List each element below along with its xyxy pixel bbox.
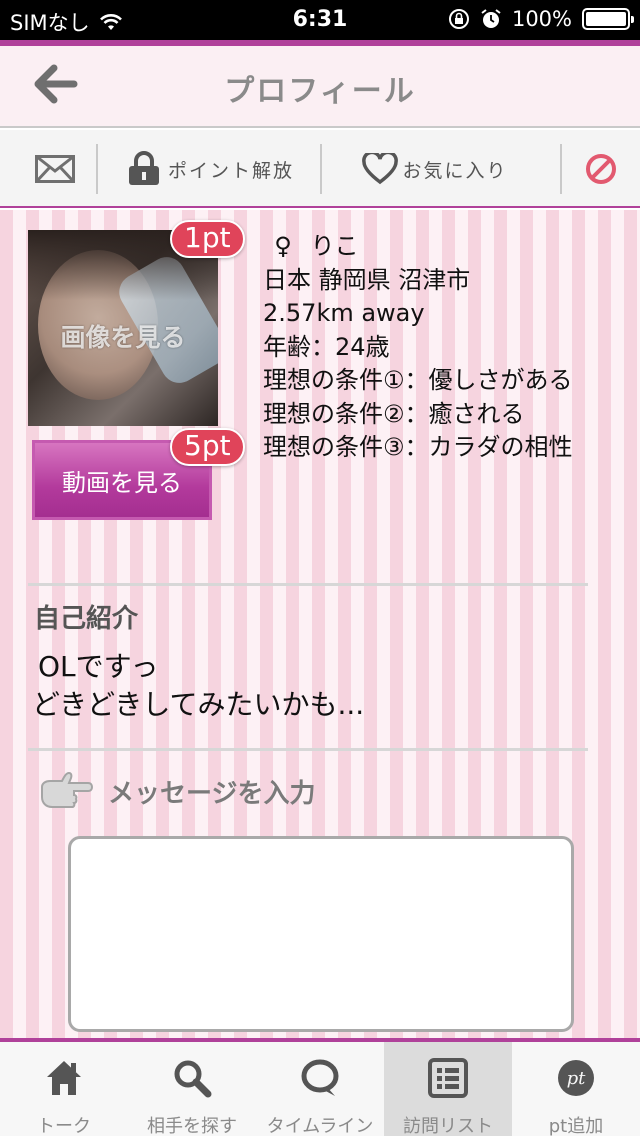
tab-timeline[interactable]: タイムライン <box>256 1042 384 1136</box>
profile-content: 画像を見る 1pt 動画を見る 5pt ♀ りこ 日本 静岡県 沼津市 2.57… <box>0 210 640 1038</box>
point-unlock-button[interactable]: ポイント解放 <box>110 130 310 208</box>
tab-bar: トーク 相手を探す タイムライン 訪問リスト pt pt追加 <box>0 1038 640 1136</box>
favorite-button[interactable]: お気に入り <box>340 130 530 208</box>
tab-add-points[interactable]: pt pt追加 <box>512 1042 640 1136</box>
battery-icon <box>582 8 634 30</box>
pointing-hand-icon <box>41 771 94 808</box>
mail-icon <box>35 155 75 183</box>
tab-label: トーク <box>37 1116 91 1136</box>
video-cost-badge: 5pt <box>170 428 245 466</box>
divider <box>560 144 562 194</box>
block-icon <box>586 154 616 184</box>
profile-info: ♀ りこ 日本 静岡県 沼津市 2.57km away 年齢：24歳 理想の条件… <box>263 230 593 465</box>
intro-title: 自己紹介 <box>34 604 139 634</box>
tab-label: タイムライン <box>266 1116 374 1136</box>
page-title: プロフィール <box>224 74 416 109</box>
tab-visit-list[interactable]: 訪問リスト <box>384 1042 512 1136</box>
message-header: メッセージを入力 <box>38 766 315 816</box>
view-photo-label: 画像を見る <box>60 323 186 352</box>
profile-name: りこ <box>310 232 359 260</box>
profile-photo[interactable]: 画像を見る <box>28 230 218 426</box>
orientation-lock-icon <box>448 9 469 29</box>
section-divider <box>28 748 588 751</box>
message-label: メッセージを入力 <box>108 778 316 809</box>
intro-line-2: どきどきしてみたいかも... <box>32 688 365 721</box>
intro-text: OLですっ どきどきしてみたいかも... <box>32 648 364 724</box>
profile-condition-3: 理想の条件③：カラダの相性 <box>263 433 573 461</box>
speech-bubble-icon <box>301 1059 339 1096</box>
tab-label: pt追加 <box>548 1116 604 1136</box>
tab-label: 訪問リスト <box>403 1116 493 1136</box>
divider <box>320 144 322 194</box>
house-icon <box>47 1061 81 1095</box>
status-bar: SIMなし 6:31 100% <box>0 0 640 40</box>
name-row: ♀ りこ <box>263 230 593 264</box>
view-video-label: 動画を見る <box>62 468 182 497</box>
lock-icon <box>128 151 159 185</box>
block-button[interactable] <box>574 130 628 208</box>
profile-distance: 2.57km away <box>263 299 425 327</box>
tab-search[interactable]: 相手を探す <box>128 1042 256 1136</box>
alarm-icon <box>481 9 501 28</box>
point-unlock-label: ポイント解放 <box>167 159 294 182</box>
favorite-label: お気に入り <box>402 159 508 182</box>
heart-icon <box>362 153 399 185</box>
list-icon <box>428 1058 468 1098</box>
action-bar: ポイント解放 お気に入り <box>0 130 640 208</box>
section-divider <box>28 583 588 586</box>
status-right: 100% <box>448 7 634 31</box>
nav-header: プロフィール <box>0 46 640 128</box>
photo-cost-badge: 1pt <box>170 220 245 258</box>
profile-condition-1: 理想の条件①：優しさがある <box>263 366 573 394</box>
intro-line-1: OLですっ <box>38 650 159 683</box>
message-input[interactable] <box>68 836 574 1032</box>
profile-age: 年齢：24歳 <box>263 332 390 361</box>
profile-location: 日本 静岡県 沼津市 <box>263 265 471 294</box>
profile-condition-2: 理想の条件②：癒される <box>263 399 525 428</box>
pt-coin-icon: pt <box>558 1060 594 1096</box>
tab-talk[interactable]: トーク <box>0 1042 128 1136</box>
search-icon <box>174 1060 212 1098</box>
tab-label: 相手を探す <box>147 1116 237 1136</box>
svg-text:pt: pt <box>567 1068 587 1089</box>
mail-button[interactable] <box>20 130 90 208</box>
divider <box>96 144 98 194</box>
gender-icon: ♀ <box>274 232 292 260</box>
battery-percent: 100% <box>511 7 572 31</box>
